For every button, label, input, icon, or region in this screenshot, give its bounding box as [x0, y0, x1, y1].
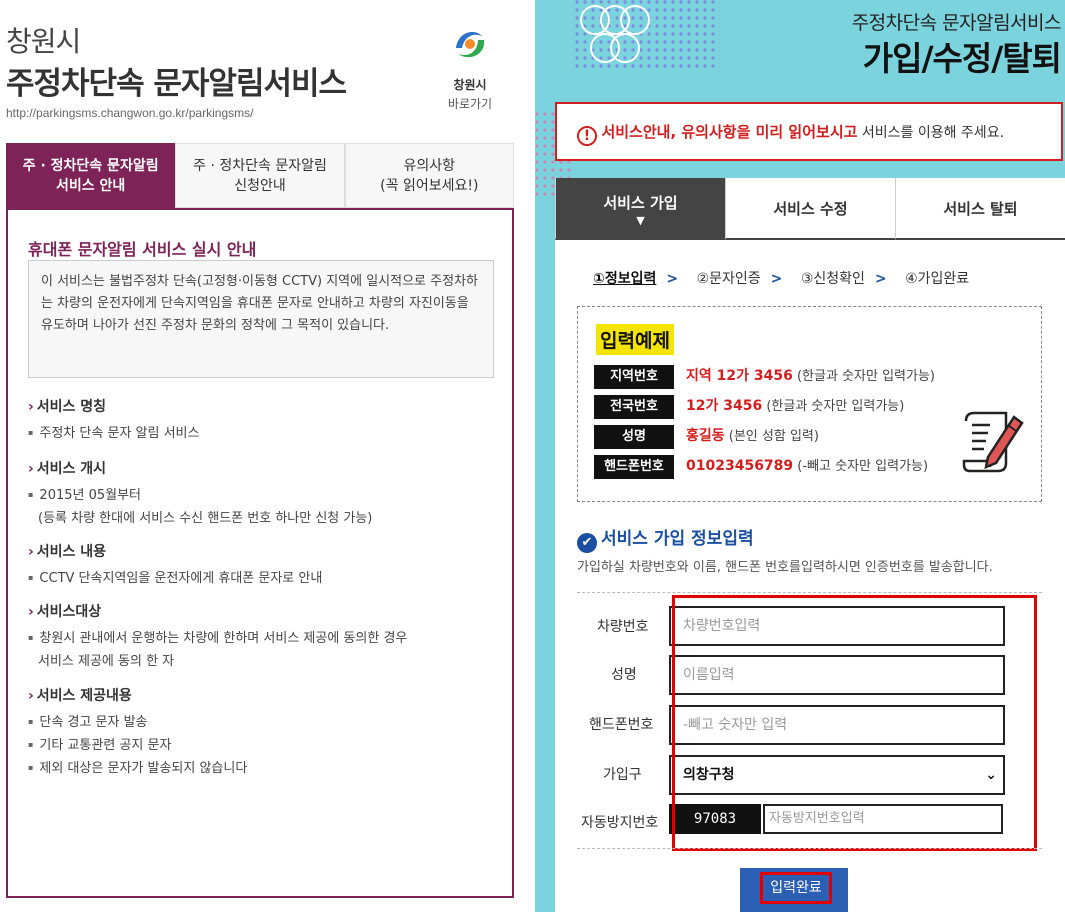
- captcha-label: 자동방지번호: [581, 815, 659, 831]
- tab-modify[interactable]: 서비스 수정: [725, 178, 895, 240]
- example-row: 전국번호 12가 3456 (한글과 숫자만 입력가능): [594, 395, 904, 419]
- chevron-right-icon: >: [770, 271, 783, 287]
- step-1: ①정보입력: [593, 271, 657, 287]
- example-label: 성명: [594, 425, 674, 449]
- caret-down-icon: ▼: [636, 214, 645, 227]
- example-label: 핸드폰번호: [594, 455, 674, 479]
- name-label: 성명: [611, 667, 637, 683]
- changwon-logo-icon: [450, 24, 490, 64]
- tab-precautions[interactable]: 유의사항 (꼭 읽어보세요!): [344, 143, 514, 208]
- chevron-right-icon: >: [874, 271, 887, 287]
- car-number-label: 차량번호: [597, 619, 649, 635]
- example-label: 전국번호: [594, 395, 674, 419]
- step-3: ③신청확인: [800, 271, 865, 287]
- submit-button[interactable]: 입력완료: [740, 868, 848, 912]
- service-url[interactable]: http://parkingsms.changwon.go.kr/parking…: [6, 106, 253, 120]
- example-note: (-빼고 숫자만 입력가능): [793, 459, 929, 474]
- form-section-title: ✔ 서비스 가입 정보입력: [577, 524, 754, 553]
- example-label: 지역번호: [594, 365, 674, 389]
- section-item: 서비스 제공에 동의 한 자: [38, 654, 175, 669]
- section-item: 단속 경고 문자 발송: [28, 711, 498, 734]
- highlight-box: [672, 595, 1037, 851]
- warning-banner: ! 서비스안내, 유의사항을 미리 읽어보시고 서비스를 이용해 주세요.: [555, 102, 1063, 161]
- step-indicator: ①정보입력 > ②문자인증 > ③신청확인 > ④가입완료: [593, 268, 979, 288]
- tab-label: 신청안내: [234, 178, 286, 194]
- tab-label: 유의사항: [403, 158, 456, 174]
- section-title: 서비스 제공내용: [28, 685, 498, 705]
- tab-label: 주 · 정차단속 문자알림: [22, 158, 159, 174]
- tab-label: 서비스 수정: [773, 200, 848, 218]
- tab-label: 서비스 탈퇴: [943, 200, 1018, 218]
- logo-name: 창원시: [453, 78, 487, 92]
- phone-label: 핸드폰번호: [589, 717, 654, 733]
- section-item: 주정차 단속 문자 알림 서비스: [28, 422, 498, 445]
- section-start: 서비스 개시 2015년 05월부터 (등록 차량 한대에 서비스 수신 핸드폰…: [28, 458, 498, 530]
- service-title: 주정차단속 문자알림서비스: [6, 66, 347, 102]
- alert-icon: !: [577, 126, 597, 146]
- check-circle-icon: ✔: [577, 533, 597, 553]
- tab-label: 주 · 정차단속 문자알림: [193, 158, 327, 174]
- step-2: ②문자인증: [696, 271, 761, 287]
- section-item: 기타 교통관련 공지 문자: [28, 734, 498, 757]
- section-name: 서비스 명칭 주정차 단속 문자 알림 서비스: [28, 396, 498, 445]
- warning-text: 서비스를 이용해 주세요.: [857, 125, 1005, 141]
- section-item: 창원시 관내에서 운행하는 차량에 한하며 서비스 제공에 동의한 경우: [28, 627, 498, 650]
- page-title: 가입/수정/탈퇴: [862, 39, 1062, 78]
- page-subtitle: 주정차단속 문자알림서비스: [851, 12, 1062, 34]
- example-row: 지역번호 지역 12가 3456 (한글과 숫자만 입력가능): [594, 365, 935, 389]
- info-content: 휴대폰 문자알림 서비스 실시 안내 이 서비스는 불법주정차 단속(고정형·이…: [6, 208, 514, 898]
- tab-label: 서비스 가입: [603, 194, 678, 212]
- district-label: 가입구: [603, 767, 642, 783]
- chevron-right-icon: >: [666, 271, 679, 287]
- section-content: 서비스 내용 CCTV 단속지역임을 운전자에게 휴대폰 문자로 안내: [28, 541, 498, 590]
- section-item: CCTV 단속지역임을 운전자에게 휴대폰 문자로 안내: [28, 567, 498, 590]
- section-provided: 서비스 제공내용 단속 경고 문자 발송 기타 교통관련 공지 문자 제외 대상…: [28, 685, 498, 780]
- example-value: 12가 3456: [686, 398, 763, 414]
- tab-label: 서비스 안내: [56, 178, 126, 194]
- form-title-text: 서비스 가입 정보입력: [601, 529, 754, 549]
- signup-tabs: 서비스 가입 ▼ 서비스 수정 서비스 탈퇴: [555, 178, 1065, 240]
- info-panel: 창원시 주정차단속 문자알림서비스 http://parkingsms.chan…: [0, 0, 520, 912]
- content-heading: 휴대폰 문자알림 서비스 실시 안내: [28, 240, 257, 259]
- info-tabs: 주 · 정차단속 문자알림 서비스 안내 주 · 정차단속 문자알림 신청안내 …: [6, 143, 514, 208]
- section-item: 2015년 05월부터: [28, 484, 498, 507]
- intro-box: 이 서비스는 불법주정차 단속(고정형·이동형 CCTV) 지역에 일시적으로 …: [28, 260, 494, 378]
- tab-signup[interactable]: 서비스 가입 ▼: [555, 178, 725, 240]
- section-item: 제외 대상은 문자가 발송되지 않습니다: [28, 757, 498, 780]
- form-description: 가입하실 차량번호와 이름, 핸드폰 번호를입력하시면 인증번호를 발송합니다.: [577, 560, 993, 575]
- tab-application-guide[interactable]: 주 · 정차단속 문자알림 신청안내: [175, 143, 345, 208]
- section-title: 서비스 내용: [28, 541, 498, 561]
- tab-label: (꼭 읽어보세요!): [380, 178, 479, 194]
- example-row: 핸드폰번호 01023456789 (-빼고 숫자만 입력가능): [594, 455, 928, 479]
- example-row: 성명 홍길동 (본인 성함 입력): [594, 425, 819, 449]
- example-value: 지역 12가 3456: [686, 368, 793, 384]
- example-note: (본인 성함 입력): [724, 429, 819, 444]
- changwon-logo-link[interactable]: 창원시 바로가기: [440, 22, 500, 112]
- section-title: 서비스대상: [28, 601, 498, 621]
- logo-link-text: 바로가기: [447, 97, 493, 111]
- section-item: (등록 차량 한대에 서비스 수신 핸드폰 번호 하나만 신청 가능): [38, 511, 373, 526]
- example-title: 입력예제: [596, 324, 674, 355]
- example-note: (한글과 숫자만 입력가능): [762, 399, 905, 414]
- tab-withdraw[interactable]: 서비스 탈퇴: [895, 178, 1065, 240]
- example-value: 홍길동: [686, 428, 725, 444]
- warning-emphasis: 서비스안내, 유의사항을 미리 읽어보시고: [601, 123, 858, 141]
- example-value: 01023456789: [686, 458, 794, 474]
- section-title: 서비스 명칭: [28, 396, 498, 416]
- section-target: 서비스대상 창원시 관내에서 운행하는 차량에 한하며 서비스 제공에 동의한 …: [28, 601, 498, 673]
- input-example-box: 입력예제 지역번호 지역 12가 3456 (한글과 숫자만 입력가능) 전국번호…: [577, 306, 1042, 502]
- submit-label: 입력완료: [760, 872, 832, 904]
- step-4: ④가입완료: [905, 271, 970, 287]
- example-note: (한글과 숫자만 입력가능): [792, 369, 935, 384]
- section-title: 서비스 개시: [28, 458, 498, 478]
- city-name: 창원시: [6, 25, 81, 58]
- document-pen-icon: [962, 411, 1024, 473]
- signup-form-box: 서비스 가입 ▼ 서비스 수정 서비스 탈퇴 ①정보입력 > ②문자인증 > ③신청…: [555, 178, 1065, 912]
- divider: [577, 848, 1042, 849]
- tab-service-guide[interactable]: 주 · 정차단속 문자알림 서비스 안내: [6, 143, 176, 208]
- divider: [577, 592, 1042, 593]
